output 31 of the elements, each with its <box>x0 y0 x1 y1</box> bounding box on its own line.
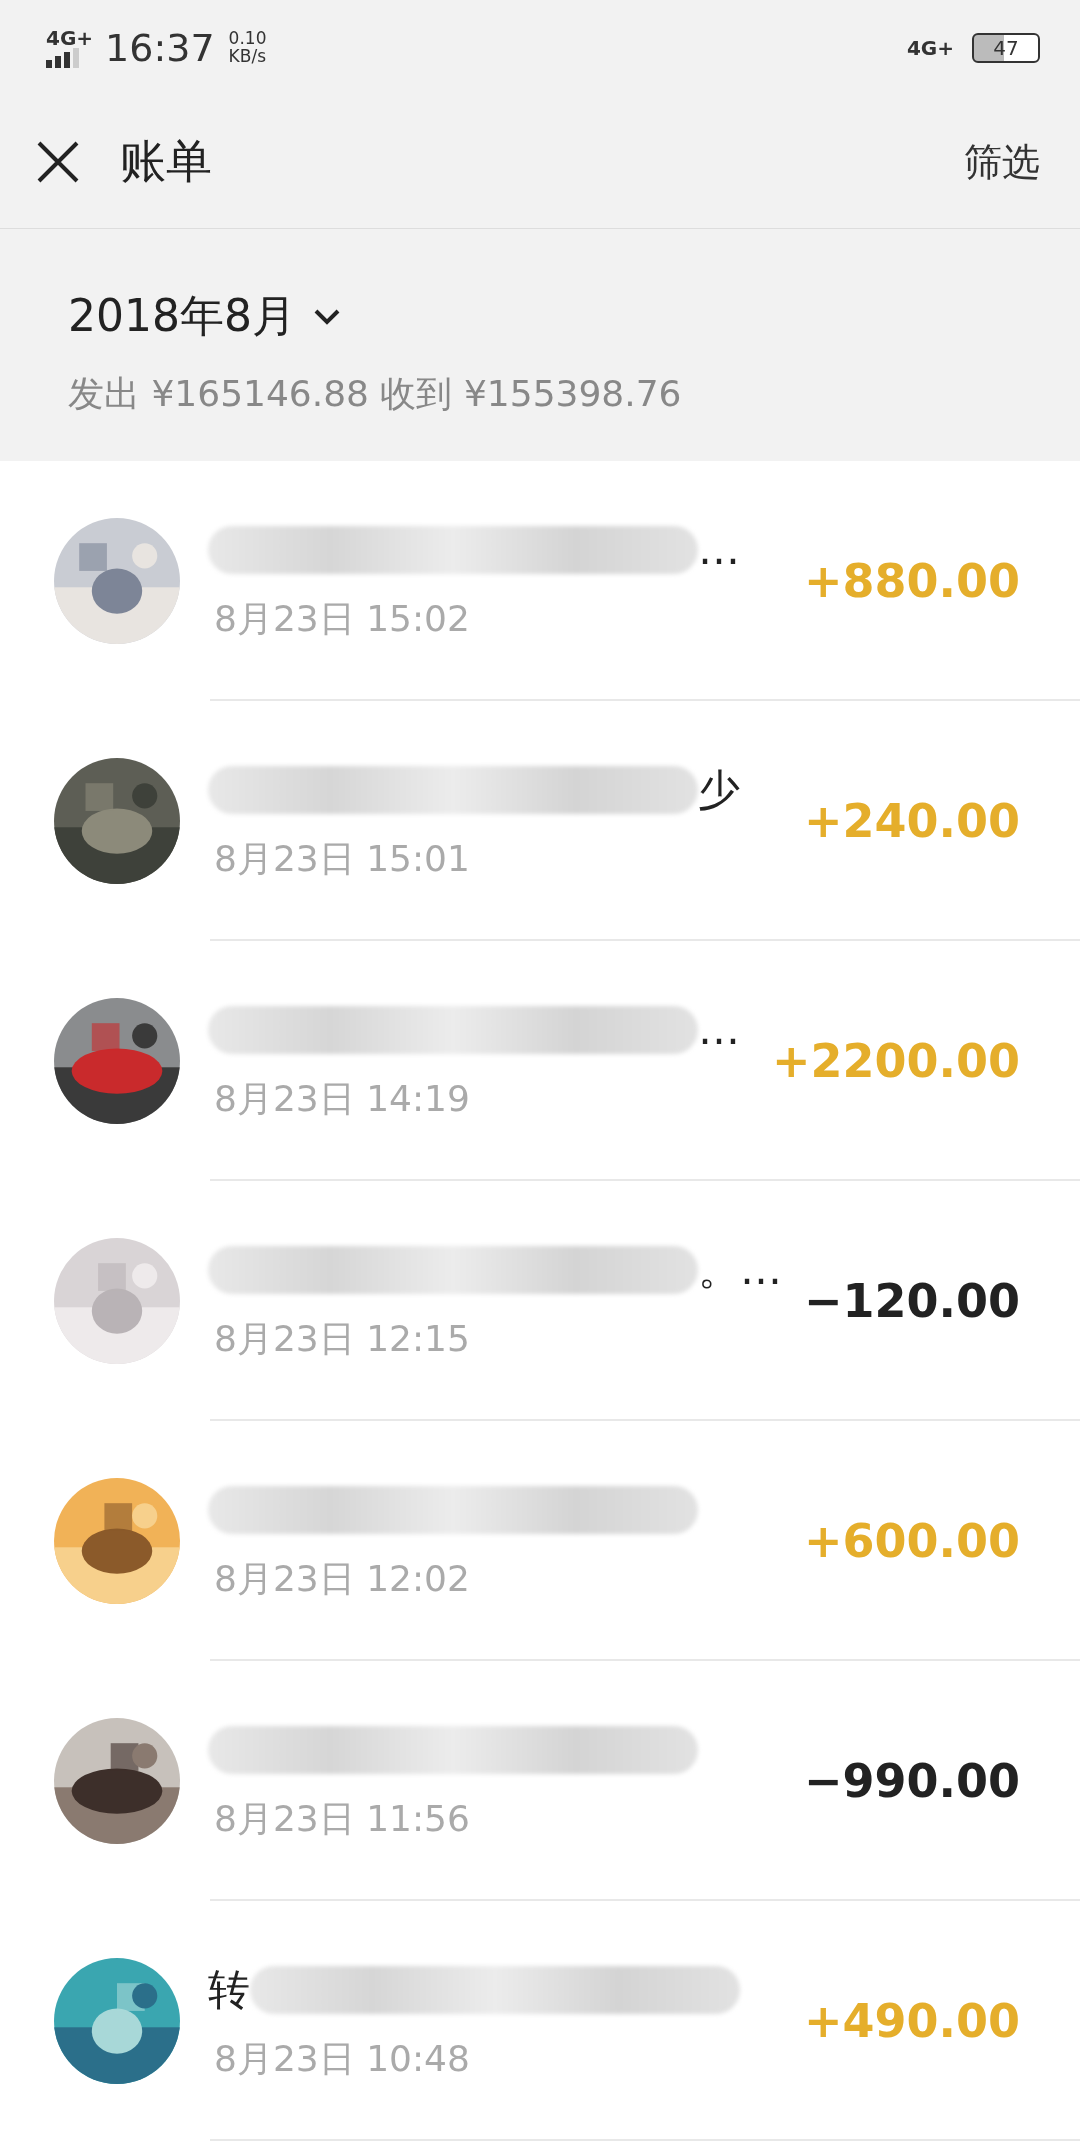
filter-button[interactable]: 筛选 <box>964 136 1040 188</box>
clock: 16:37 <box>105 26 215 70</box>
network-speed: 0.10 <box>228 30 267 48</box>
transaction-amount: +2200.00 <box>771 1034 1020 1088</box>
transaction-date: 8月23日 12:15 <box>213 1316 471 1361</box>
network-type: 4G+ <box>46 28 94 48</box>
monthly-totals: 发出 ¥165146.88 收到 ¥155398.76 <box>68 372 683 416</box>
transaction-title: 。… <box>698 1243 782 1296</box>
transaction-amount: +490.00 <box>803 1994 1020 2048</box>
transaction-date: 8月23日 14:19 <box>213 1076 471 1121</box>
transaction-amount: +880.00 <box>803 554 1020 608</box>
close-icon[interactable] <box>36 140 80 184</box>
month-selector[interactable]: 2018年8月 <box>68 287 342 346</box>
transaction-title: 少 <box>698 763 740 816</box>
transaction-title: … <box>698 1005 740 1054</box>
transaction-date: 8月23日 11:56 <box>213 1796 471 1841</box>
transaction-amount: +600.00 <box>803 1514 1020 1568</box>
signal-icon <box>46 48 80 68</box>
network-type: 4G+ <box>906 38 954 58</box>
transaction-amount: +240.00 <box>803 794 1020 848</box>
transaction-amount: −990.00 <box>803 1754 1020 1808</box>
battery-indicator: 47 <box>972 33 1040 63</box>
transaction-amount: −120.00 <box>803 1274 1020 1328</box>
transaction-title: 转 <box>208 1963 250 2016</box>
transaction-date: 8月23日 15:01 <box>213 836 471 881</box>
transaction-date: 8月23日 10:48 <box>213 2036 471 2081</box>
page-title: 账单 <box>120 133 213 190</box>
transaction-date: 8月23日 12:02 <box>213 1556 471 1601</box>
speed-unit: KB/s <box>228 48 267 66</box>
transaction-date: 8月23日 15:02 <box>213 596 471 641</box>
transaction-title: … <box>698 525 740 574</box>
